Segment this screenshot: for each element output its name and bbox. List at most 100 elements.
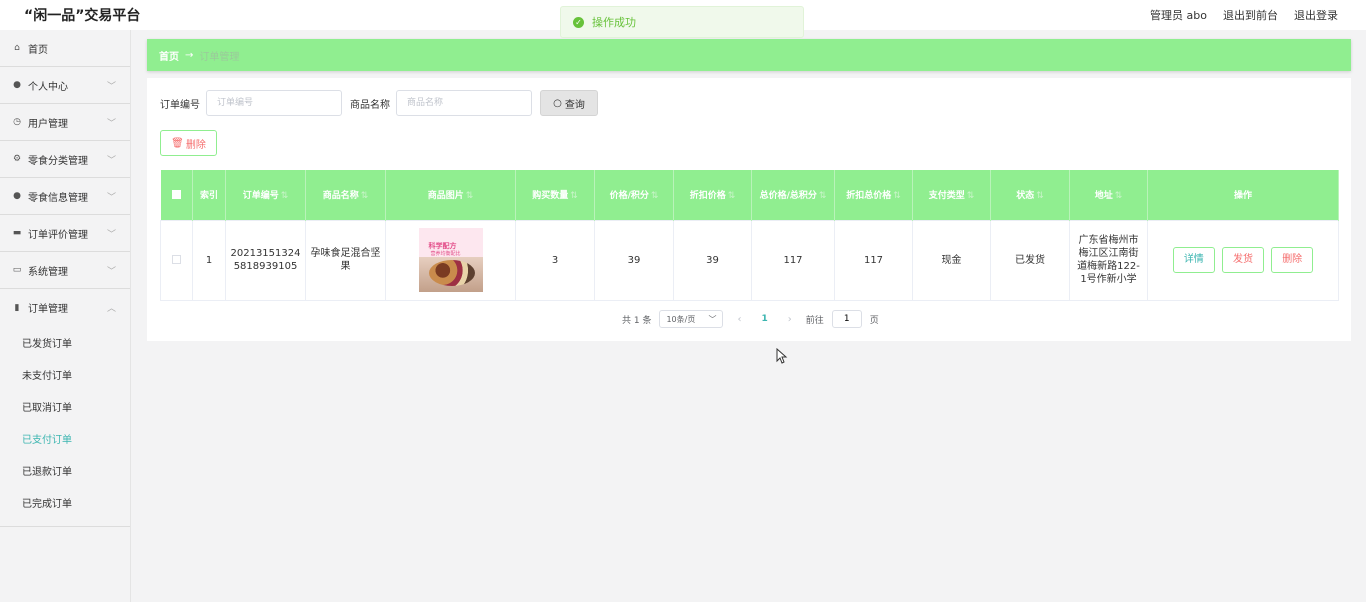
goto-page-input[interactable] — [831, 310, 862, 328]
header-pay-type[interactable]: 支付类型 ⇅ — [912, 170, 991, 220]
cell-discount-total: 117 — [834, 219, 913, 301]
sidebar-item-label: 订单评价管理 — [28, 229, 88, 241]
bulk-delete-button[interactable]: 🗑 删除 — [160, 130, 217, 156]
sidebar-item-personal-center[interactable]: ● 个人中心 ﹀ — [0, 67, 130, 104]
chevron-down-icon: ﹀ — [106, 156, 116, 166]
sidebar-item-label: 用户管理 — [28, 118, 68, 130]
sidebar-item-label: 系统管理 — [28, 266, 68, 278]
row-checkbox[interactable] — [172, 255, 181, 264]
chevron-down-icon: ﹀ — [106, 267, 116, 277]
sidebar-item-user-management[interactable]: ◷ 用户管理 ﹀ — [0, 104, 130, 141]
gear-icon: ⚙ — [12, 154, 22, 164]
detail-button[interactable]: 详情 — [1172, 247, 1215, 273]
order-no-input[interactable] — [206, 90, 342, 116]
trash-icon: 🗑 — [171, 137, 184, 149]
product-name-input[interactable] — [396, 90, 532, 116]
header-order-no[interactable]: 订单编号 ⇅ — [225, 170, 306, 220]
page-size-select[interactable]: 10条/页 ﹀ — [659, 310, 724, 328]
row-select-cell[interactable] — [160, 219, 193, 301]
sidebar-item-label: 零食分类管理 — [28, 155, 88, 167]
clock-icon: ◷ — [13, 117, 21, 127]
page-size-value: 10条/页 — [666, 314, 696, 324]
breadcrumb-current: 订单管理 — [199, 51, 240, 63]
nuts-bowl-image — [428, 260, 475, 286]
select-all-cell[interactable] — [160, 170, 193, 220]
order-no-label: 订单编号 — [160, 99, 200, 111]
next-page-button[interactable]: › — [782, 314, 798, 325]
table-header-row: 索引 订单编号 ⇅ 商品名称 ⇅ 商品图片 ⇅ 购买数量 ⇅ 价格/积分 ⇅ 折扣价格 ⇅ … — [160, 170, 1339, 220]
header-quantity[interactable]: 购买数量 ⇅ — [515, 170, 595, 220]
breadcrumb: 首页 → 订单管理 — [147, 39, 1351, 71]
main-card: 订单编号 商品名称 ○ 查询 🗑 删除 索引 订单编号⇅ 商品名称⇅ 商品图片⇅… — [147, 78, 1351, 341]
chevron-down-icon: ﹀ — [106, 119, 116, 129]
sidebar-subitem-completed[interactable]: 已完成订单 — [0, 486, 130, 518]
pagination: 共 1 条 10条/页 ﹀ ‹ 1 › 前往 页 — [622, 310, 879, 328]
cell-pay-type: 现金 — [912, 219, 991, 301]
query-button[interactable]: ○ 查询 — [540, 90, 598, 116]
header-product-name[interactable]: 商品名称 ⇅ — [305, 170, 386, 220]
cell-product-name: 孕味食足混合坚果 — [305, 219, 386, 301]
query-button-label: 查询 — [564, 99, 585, 111]
goto-label: 前往 — [805, 315, 824, 326]
home-icon: ⌂ — [14, 43, 20, 53]
sidebar-subitem-paid[interactable]: 已支付订单 — [0, 422, 130, 454]
user-icon: ● — [13, 191, 21, 201]
chevron-down-icon: ﹀ — [106, 230, 116, 240]
sidebar-item-label: 首页 — [28, 44, 48, 56]
page-unit-label: 页 — [869, 315, 879, 326]
user-label: 管理员 abo — [1150, 9, 1207, 22]
ship-button[interactable]: 发货 — [1222, 247, 1264, 273]
chevron-down-icon: ﹀ — [106, 82, 116, 92]
mouse-cursor-icon — [776, 348, 788, 364]
page-number[interactable]: 1 — [755, 314, 773, 324]
sidebar-item-label: 订单管理 — [28, 304, 68, 315]
chevron-down-icon: ﹀ — [708, 314, 717, 324]
sidebar-item-system[interactable]: ▭ 系统管理 ﹀ — [0, 252, 130, 289]
breadcrumb-home[interactable]: 首页 — [159, 48, 179, 63]
sidebar-subitem-unpaid[interactable]: 未支付订单 — [0, 358, 130, 390]
cell-status: 已发货 — [990, 219, 1070, 301]
row-delete-button[interactable]: 删除 — [1271, 247, 1314, 273]
header-status[interactable]: 状态 ⇅ — [990, 170, 1070, 220]
success-toast: ✓ 操作成功 — [560, 6, 804, 38]
prev-page-button[interactable]: ‹ — [731, 314, 747, 325]
header-price[interactable]: 价格/积分 ⇅ — [594, 170, 674, 220]
user-icon: ● — [13, 80, 21, 90]
breadcrumb-arrow: → — [185, 49, 194, 61]
sidebar-item-snack-category[interactable]: ⚙ 零食分类管理 ﹀ — [0, 141, 130, 178]
chevron-down-icon: ﹀ — [106, 193, 116, 203]
header-discount-total[interactable]: 折扣总价格 ⇅ — [834, 170, 913, 220]
sidebar-item-order-management[interactable]: ▮ 订单管理 ︿ — [0, 289, 130, 326]
sidebar-item-snack-info[interactable]: ● 零食信息管理 ﹀ — [0, 178, 130, 215]
sidebar-item-home[interactable]: ⌂ 首页 — [0, 30, 130, 67]
product-name-label: 商品名称 — [350, 99, 390, 111]
search-icon: ○ — [553, 97, 562, 109]
chevron-up-icon: ︿ — [106, 304, 116, 314]
cell-actions: 详情 发货 删除 — [1147, 219, 1339, 301]
back-to-front-link[interactable]: 退出到前台 — [1223, 7, 1278, 23]
logout-link[interactable]: 退出登录 — [1294, 7, 1338, 23]
sidebar-item-label: 个人中心 — [28, 81, 68, 93]
check-circle-icon: ✓ — [573, 16, 584, 28]
sidebar-subitem-shipped[interactable]: 已发货订单 — [0, 326, 130, 358]
header-address[interactable]: 地址 ⇅ — [1069, 170, 1148, 220]
header-product-image[interactable]: 商品图片 ⇅ — [385, 170, 516, 220]
sidebar-subitem-cancelled[interactable]: 已取消订单 — [0, 390, 130, 422]
select-all-checkbox[interactable] — [171, 189, 181, 199]
cell-product-image: 科学配方 营养均衡配比 — [385, 219, 516, 301]
table-row: 1 202131513245818939105 孕味食足混合坚果 科学配方 营养… — [160, 219, 1339, 301]
header-total[interactable]: 总价格/总积分 ⇅ — [751, 170, 835, 220]
header-actions: 操作 — [1147, 170, 1339, 220]
sidebar-subitem-refunded[interactable]: 已退款订单 — [0, 454, 130, 486]
bar-chart-icon: ▮ — [14, 302, 20, 313]
product-image[interactable]: 科学配方 营养均衡配比 — [418, 228, 483, 292]
sidebar-item-order-review[interactable]: ▬ 订单评价管理 ﹀ — [0, 215, 130, 252]
header-discount-price[interactable]: 折扣价格 ⇅ — [673, 170, 752, 220]
toast-message: 操作成功 — [592, 16, 636, 29]
top-right-links: 管理员 abo 退出到前台 退出登录 — [1150, 7, 1338, 23]
cell-address: 广东省梅州市梅江区江南街道梅新路122-1号作新小学 — [1069, 219, 1148, 301]
cell-total: 117 — [751, 219, 835, 301]
cell-order-no: 202131513245818939105 — [225, 219, 306, 301]
sidebar: ⌂ 首页 ● 个人中心 ﹀ ◷ 用户管理 ﹀ ⚙ 零食分类管理 ﹀ ● 零食信息… — [0, 30, 131, 602]
sidebar-item-label: 零食信息管理 — [28, 192, 88, 204]
